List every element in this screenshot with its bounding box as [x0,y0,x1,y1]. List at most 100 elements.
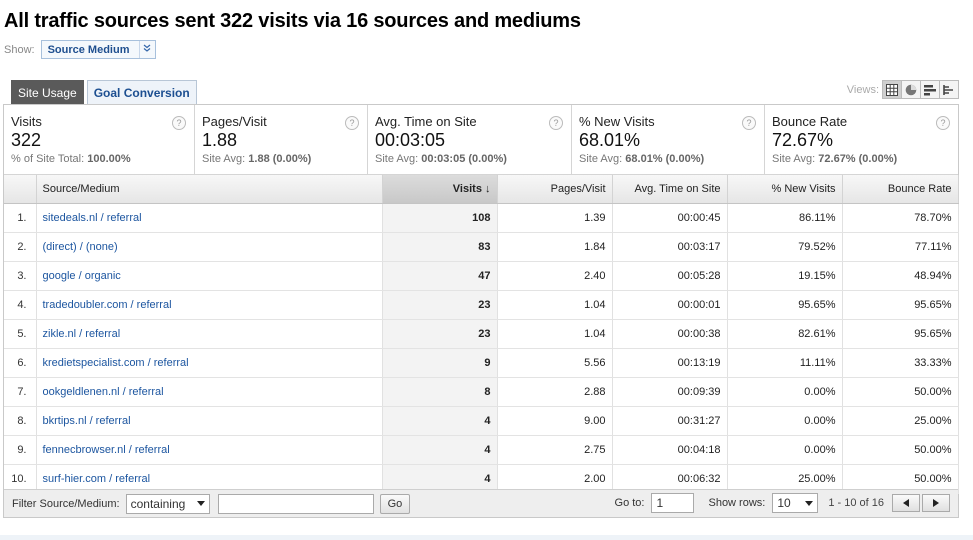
help-icon[interactable]: ? [742,116,756,130]
page-bottom-strip [0,535,973,540]
source-medium-link[interactable]: fennecbrowser.nl / referral [36,435,383,465]
metric-pages-visit[interactable]: Pages/Visit 1.88 Site Avg: 1.88 (0.00%) … [195,105,368,174]
metric-value: 1.88 [202,130,238,150]
avg-time-cell: 00:00:01 [612,290,728,320]
col-bounce-rate[interactable]: Bounce Rate [842,175,959,204]
show-label: Show: [4,43,35,56]
prev-page-icon[interactable] [892,494,920,512]
metric-new-visits[interactable]: % New Visits 68.01% Site Avg: 68.01% (0.… [572,105,765,174]
chevron-down-icon [139,41,151,58]
col-new-visits[interactable]: % New Visits [727,175,843,204]
col-source-medium[interactable]: Source/Medium [36,175,383,204]
col-visits[interactable]: Visits ↓ [382,175,498,204]
table-row: 5. zikle.nl / referral 23 1.04 00:00:38 82.61… [4,319,959,349]
visits-cell: 23 [382,319,498,349]
row-index: 3. [4,261,37,291]
views-label: Views: [846,83,879,96]
col-pages-visit[interactable]: Pages/Visit [497,175,613,204]
row-index: 7. [4,377,37,407]
table-header-row: Source/Medium Visits ↓ Pages/Visit Avg. … [4,175,959,204]
pages-visit-cell: 1.84 [497,232,613,262]
bounce-rate-cell: 95.65% [842,290,959,320]
visits-cell: 4 [382,406,498,436]
metric-label: % New Visits [579,114,655,129]
metric-avg-time[interactable]: Avg. Time on Site 00:03:05 Site Avg: 00:… [368,105,572,174]
next-page-icon[interactable] [922,494,950,512]
new-visits-cell: 95.65% [727,290,843,320]
bar-view-icon[interactable] [920,80,940,99]
avg-time-cell: 00:03:17 [612,232,728,262]
filter-go-button[interactable]: Go [379,493,411,514]
filter-mode-select[interactable]: containing [125,493,210,514]
summary-metrics: Visits 322 % of Site Total: 100.00% ? Pa… [4,105,958,175]
help-icon[interactable]: ? [549,116,563,130]
bounce-rate-cell: 33.33% [842,348,959,378]
row-index: 2. [4,232,37,262]
metric-sub: Site Avg: 68.01% (0.00%) [579,153,705,165]
show-select-value: Source Medium [47,43,130,56]
new-visits-cell: 0.00% [727,435,843,465]
help-icon[interactable]: ? [172,116,186,130]
source-medium-link[interactable]: kredietspecialist.com / referral [36,348,383,378]
new-visits-cell: 79.52% [727,232,843,262]
rows-select[interactable]: 10 [772,493,819,513]
metric-label: Visits [11,114,42,129]
metric-bounce-rate[interactable]: Bounce Rate 72.67% Site Avg: 72.67% (0.0… [765,105,958,174]
pagination-controls: Go to: 1 Show rows: 10 1 - 10 of 16 [615,493,950,513]
bounce-rate-cell: 78.70% [842,203,959,233]
row-index: 4. [4,290,37,320]
avg-time-cell: 00:04:18 [612,435,728,465]
bounce-rate-cell: 77.11% [842,232,959,262]
avg-time-cell: 00:09:39 [612,377,728,407]
table-view-icon[interactable] [882,80,902,99]
source-medium-link[interactable]: zikle.nl / referral [36,319,383,349]
source-medium-dropdown[interactable]: Source Medium [40,40,157,59]
metric-label: Pages/Visit [202,114,267,129]
tab-site-usage[interactable]: Site Usage [11,80,84,104]
metric-sub: Site Avg: 00:03:05 (0.00%) [375,153,507,165]
visits-cell: 8 [382,377,498,407]
pivot-view-icon[interactable] [939,80,959,99]
metric-visits[interactable]: Visits 322 % of Site Total: 100.00% ? [4,105,195,174]
tab-goal-conversion[interactable]: Goal Conversion [86,80,197,104]
visits-cell: 47 [382,261,498,291]
filter-label: Filter Source/Medium: [12,497,120,510]
help-icon[interactable]: ? [345,116,359,130]
table-row: 6. kredietspecialist.com / referral 9 5.56 0… [4,348,959,378]
table-row: 4. tradedoubler.com / referral 23 1.04 00:00… [4,290,959,320]
view-switcher: Views: [847,80,959,99]
pages-visit-cell: 2.75 [497,435,613,465]
metric-value: 72.67% [772,130,834,150]
bounce-rate-cell: 50.00% [842,377,959,407]
caret-down-icon [196,501,205,506]
goto-input[interactable]: 1 [651,493,695,513]
sort-arrow-icon: ↓ [485,182,491,195]
pages-visit-cell: 1.04 [497,290,613,320]
table-row: 1. sitedeals.nl / referral 108 1.39 00:00:45… [4,203,959,233]
source-medium-link[interactable]: bkrtips.nl / referral [36,406,383,436]
source-medium-link[interactable]: ookgeldlenen.nl / referral [36,377,383,407]
row-index: 6. [4,348,37,378]
visits-cell: 83 [382,232,498,262]
report-tabs: Site Usage Goal Conversion [11,80,200,104]
filter-input[interactable] [217,493,374,514]
source-medium-link[interactable]: sitedeals.nl / referral [36,203,383,233]
caret-down-icon [805,500,814,506]
row-index: 8. [4,406,37,436]
pie-view-icon[interactable] [901,80,921,99]
source-medium-link[interactable]: (direct) / (none) [36,232,383,262]
source-medium-link[interactable]: tradedoubler.com / referral [36,290,383,320]
row-index: 5. [4,319,37,349]
show-control: Show: Source Medium [4,40,157,59]
avg-time-cell: 00:31:27 [612,406,728,436]
filter-bar: Filter Source/Medium: containing Go Go t… [4,489,958,517]
data-table: Source/Medium Visits ↓ Pages/Visit Avg. … [4,175,959,494]
metric-label: Avg. Time on Site [375,114,477,129]
source-medium-link[interactable]: google / organic [36,261,383,291]
col-avg-time[interactable]: Avg. Time on Site [612,175,728,204]
pages-visit-cell: 2.40 [497,261,613,291]
col-index [4,175,37,204]
visits-cell: 23 [382,290,498,320]
bounce-rate-cell: 95.65% [842,319,959,349]
help-icon[interactable]: ? [936,116,950,130]
